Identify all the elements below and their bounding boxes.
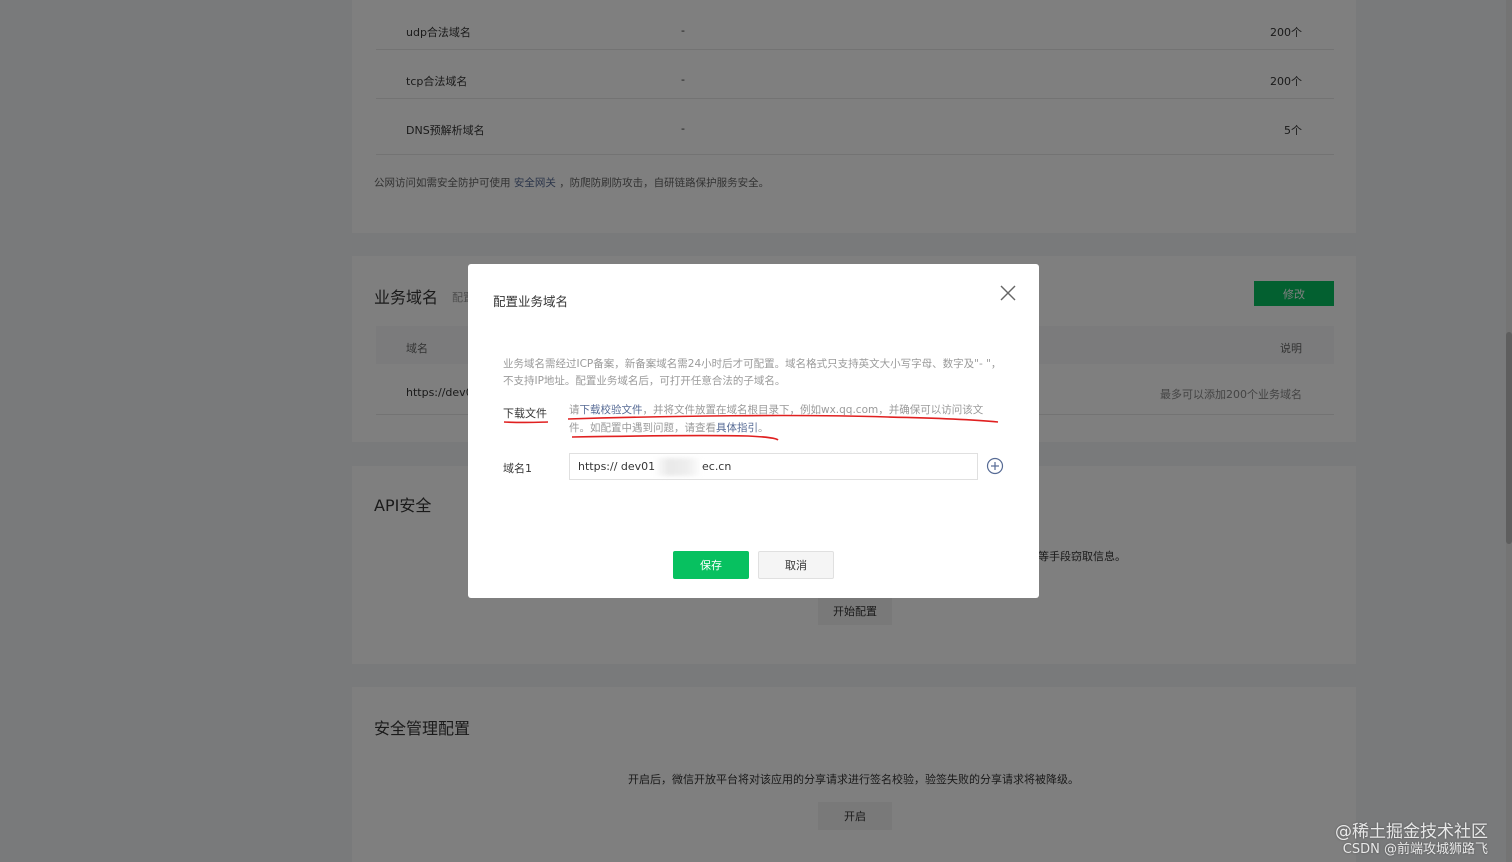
close-icon[interactable] bbox=[999, 284, 1017, 302]
guide-text: 。 bbox=[758, 422, 769, 434]
dialog-title: 配置业务域名 bbox=[493, 294, 569, 309]
dialog-intro: 业务域名需经过ICP备案，新备案域名需24小时后才可配置。域名格式只支持英文大小… bbox=[503, 358, 1002, 387]
download-verify-file-link[interactable]: 下载校验文件 bbox=[580, 404, 643, 416]
watermark-line2: CSDN @前端攻城狮路飞 bbox=[1342, 842, 1488, 857]
save-button[interactable]: 保存 bbox=[673, 551, 749, 579]
add-domain-icon[interactable] bbox=[986, 457, 1004, 475]
download-guide: 请下载校验文件，并将文件放置在域名根目录下，例如wx.qq.com，并确保可以访… bbox=[569, 401, 1004, 437]
config-business-domain-dialog: 配置业务域名 业务域名需经过ICP备案，新备案域名需24小时后才可配置。域名格式… bbox=[468, 264, 1039, 598]
guide-link[interactable]: 具体指引 bbox=[716, 422, 758, 434]
download-file-label: 下载文件 bbox=[503, 407, 547, 420]
guide-text: 请 bbox=[569, 404, 580, 416]
blur-mask bbox=[654, 458, 702, 476]
domain1-input[interactable] bbox=[570, 454, 977, 479]
domain1-label: 域名1 bbox=[503, 462, 532, 475]
cancel-button[interactable]: 取消 bbox=[758, 551, 834, 579]
domain1-input-wrapper: https:// dev01 ec.cn bbox=[569, 453, 978, 480]
